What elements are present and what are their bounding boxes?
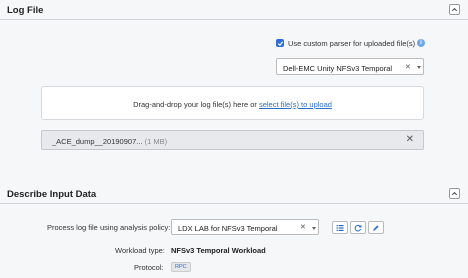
collapse-log-file-button[interactable]: [449, 4, 460, 15]
list-icon: [336, 224, 344, 231]
info-icon[interactable]: i: [417, 39, 425, 47]
parser-select-value: Dell-EMC Unity NFSv3 Temporal: [283, 63, 393, 73]
collapse-describe-button[interactable]: [449, 188, 460, 199]
edit-button[interactable]: [368, 221, 384, 234]
chevron-down-icon[interactable]: [417, 66, 421, 69]
protocol-label: Protocol:: [134, 263, 164, 272]
workload-type-value: NFSv3 Temporal Workload: [171, 246, 266, 255]
policy-label: Process log file using analysis policy:: [47, 223, 171, 232]
chevron-up-icon: [451, 191, 458, 196]
uploaded-file-item: _ACE_dump__20190907... (1 MB) ✕: [41, 130, 424, 150]
chevron-down-icon[interactable]: [312, 226, 316, 230]
policy-select-value: LDX LAB for NFSv3 Temporal: [178, 224, 278, 233]
check-icon: [277, 40, 283, 46]
workload-type-label: Workload type:: [115, 246, 165, 255]
dropzone-text: Drag-and-drop your log file(s) here or s…: [42, 100, 423, 109]
file-dropzone[interactable]: Drag-and-drop your log file(s) here or s…: [41, 86, 424, 120]
describe-section-header: Describe Input Data: [0, 184, 468, 204]
custom-parser-checkbox[interactable]: [276, 39, 284, 47]
close-icon[interactable]: ✕: [406, 134, 414, 145]
section-title: Describe Input Data: [7, 189, 97, 200]
file-name: _ACE_dump__20190907...: [52, 136, 143, 146]
log-file-section-header: Log File: [0, 0, 468, 20]
select-files-link[interactable]: select file(s) to upload: [259, 100, 332, 109]
close-icon[interactable]: ✕: [405, 63, 411, 71]
custom-parser-row: Use custom parser for uploaded file(s): [276, 38, 415, 48]
custom-parser-label[interactable]: Use custom parser for uploaded file(s): [288, 39, 415, 48]
list-button[interactable]: [332, 221, 348, 234]
dropzone-instructions: Drag-and-drop your log file(s) here or: [133, 100, 259, 109]
policy-select[interactable]: LDX LAB for NFSv3 Temporal ✕: [171, 219, 319, 235]
file-size: (1 MB): [144, 136, 168, 146]
section-title: Log File: [7, 5, 44, 16]
file-name-line: _ACE_dump__20190907... (1 MB): [52, 137, 167, 146]
parser-select[interactable]: Dell-EMC Unity NFSv3 Temporal ✕: [276, 58, 424, 75]
refresh-button[interactable]: [350, 221, 366, 234]
chevron-up-icon: [451, 7, 458, 12]
close-icon[interactable]: ✕: [300, 223, 306, 231]
refresh-icon: [354, 224, 362, 231]
protocol-badge: RPC: [171, 262, 191, 272]
pencil-icon: [373, 224, 379, 231]
